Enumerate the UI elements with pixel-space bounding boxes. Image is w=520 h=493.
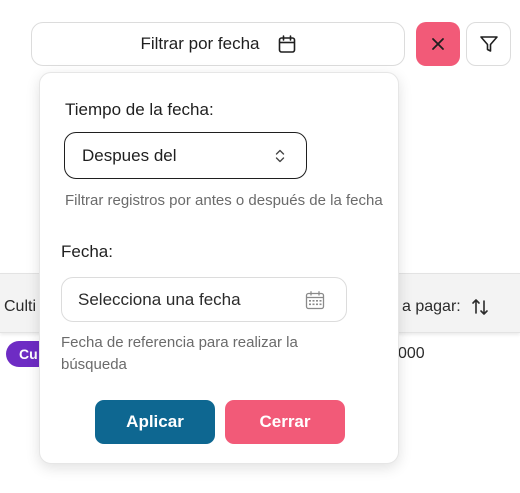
date-input-placeholder: Selecciona una fecha bbox=[78, 289, 241, 309]
sort-icon[interactable] bbox=[471, 298, 489, 316]
date-time-label: Tiempo de la fecha: bbox=[65, 100, 214, 119]
funnel-icon bbox=[479, 36, 498, 52]
column-header-a-pagar[interactable]: a pagar: bbox=[402, 298, 489, 316]
chevron-up-down-icon bbox=[275, 149, 285, 163]
column-header-cultivo[interactable]: Culti bbox=[4, 298, 36, 316]
column-header-a-pagar-label: a pagar: bbox=[402, 298, 461, 315]
close-icon bbox=[432, 38, 444, 50]
date-time-help-text: Filtrar registros por antes o después de… bbox=[65, 192, 383, 209]
date-help-text: Fecha de referencia para realizar la bús… bbox=[61, 334, 298, 373]
date-filter-popover: Tiempo de la fecha: Despues del Filtrar … bbox=[39, 72, 399, 464]
apply-button[interactable]: Aplicar bbox=[95, 400, 215, 444]
filter-by-date-label: Filtrar por fecha bbox=[140, 34, 260, 53]
clear-filter-button[interactable] bbox=[416, 22, 460, 66]
filter-by-date-button[interactable]: Filtrar por fecha bbox=[31, 22, 405, 66]
amount-cell: 000 bbox=[398, 345, 425, 362]
calendar-icon bbox=[278, 34, 295, 53]
date-time-select[interactable]: Despues del bbox=[64, 132, 307, 179]
filter-button[interactable] bbox=[466, 22, 511, 66]
close-button[interactable]: Cerrar bbox=[225, 400, 345, 444]
date-label: Fecha: bbox=[61, 242, 113, 261]
calendar-icon[interactable] bbox=[305, 291, 325, 310]
date-input[interactable]: Selecciona una fecha bbox=[61, 277, 347, 322]
date-time-select-value: Despues del bbox=[82, 145, 177, 165]
